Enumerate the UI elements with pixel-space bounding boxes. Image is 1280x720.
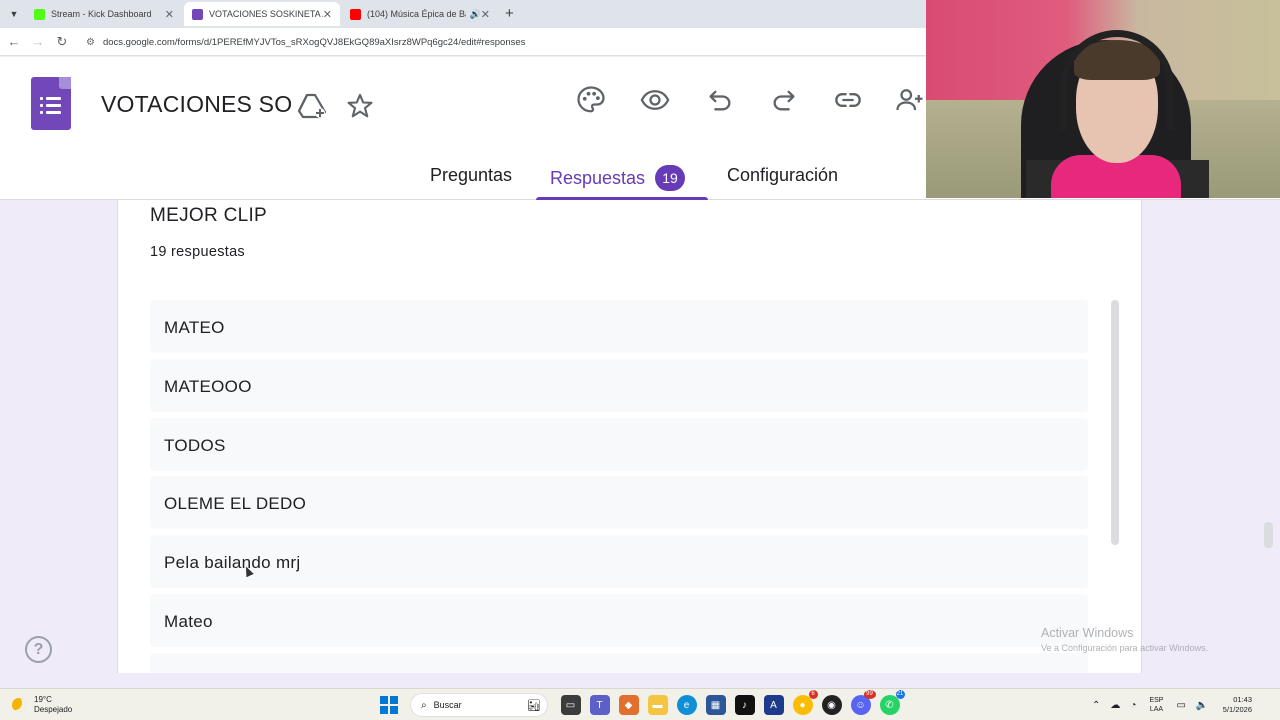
weather-widget[interactable]: 19°C Despejado xyxy=(12,695,72,715)
kick-favicon-icon xyxy=(34,8,45,20)
teams-icon[interactable]: T xyxy=(589,695,610,715)
edge-icon[interactable]: e xyxy=(676,695,697,715)
youtube-favicon-icon xyxy=(350,8,361,20)
tab-title: (104) Música Épica de Batalla xyxy=(367,9,466,19)
wifi-icon[interactable]: ▭ xyxy=(1176,700,1185,711)
search-highlight-icon: 🏜 xyxy=(527,699,541,712)
copilot-icon[interactable]: ◆ xyxy=(618,695,639,715)
search-label: Buscar xyxy=(433,700,462,710)
search-icon: ⌕ xyxy=(421,699,427,711)
answer-item: MATEOOO xyxy=(150,359,1088,412)
taskbar-apps: ⌕ Buscar 🏜 ▭ T ◆ ▬ e ▦ ♪ A ● 6 ◉ ☺ 99 ✆ 21 xyxy=(380,690,905,717)
activate-windows-watermark: Activar Windows Ve a Configuración para … xyxy=(1041,626,1208,653)
whatsapp-badge: 21 xyxy=(895,690,905,699)
response-count: 19 respuestas xyxy=(150,244,245,260)
lang-code: ESP xyxy=(1149,697,1164,704)
tab-settings[interactable]: Configuración xyxy=(727,165,838,186)
taskbar-clock[interactable]: 01:43 5/1/2026 xyxy=(1212,695,1252,715)
discord-icon[interactable]: ☺ 99 xyxy=(850,690,876,715)
forms-logo-icon[interactable] xyxy=(31,77,71,130)
network-icon[interactable]: ◔ xyxy=(1130,700,1136,711)
url-field[interactable]: ⚙ docs.google.com/forms/d/1PEREfMYJVTos_… xyxy=(86,32,916,52)
weather-desc: Despejado xyxy=(34,705,73,714)
tab-title: VOTACIONES SOSKINETA AWARDS xyxy=(209,9,323,19)
star-icon[interactable] xyxy=(344,90,376,122)
redo-icon[interactable] xyxy=(768,84,800,116)
whatsapp-icon[interactable]: ✆ 21 xyxy=(879,690,905,715)
lang-layout: LAA xyxy=(1149,706,1164,713)
webcam-overlay xyxy=(926,0,1280,198)
windows-start-icon[interactable] xyxy=(380,696,398,714)
back-icon[interactable]: ← xyxy=(6,34,22,49)
chrome-icon[interactable]: ● 6 xyxy=(792,690,818,715)
watermark-line1: Activar Windows xyxy=(1041,626,1134,640)
tab-responses-label: Respuestas xyxy=(550,168,646,188)
windows-taskbar: 19°C Despejado ⌕ Buscar 🏜 ▭ T ◆ ▬ e ▦ ♪ … xyxy=(0,688,1280,720)
discord-badge: 99 xyxy=(863,690,876,699)
tab-close-icon[interactable]: ✕ xyxy=(323,8,332,21)
clock-time: 01:43 xyxy=(1233,695,1252,704)
answers-list[interactable]: MATEO MATEOOO TODOS OLEME EL DEDO Pela b… xyxy=(150,300,1088,673)
help-icon[interactable]: ? xyxy=(25,636,52,663)
preview-eye-icon[interactable] xyxy=(639,84,671,116)
audio-icon[interactable]: 🔊 xyxy=(470,9,481,20)
browser-tab-kick[interactable]: Stream - Kick Dashboard ✕ xyxy=(26,2,182,26)
answer-item xyxy=(150,653,1088,673)
browser-tab-forms[interactable]: VOTACIONES SOSKINETA AWARDS ✕ xyxy=(184,2,340,26)
tab-questions[interactable]: Preguntas xyxy=(430,165,512,186)
url-text: docs.google.com/forms/d/1PEREfMYJVTos_sR… xyxy=(102,36,526,48)
tab-close-icon[interactable]: ✕ xyxy=(481,8,490,21)
form-title[interactable]: VOTACIONES SO xyxy=(101,91,292,118)
answer-item: OLEME EL DEDO xyxy=(150,476,1088,529)
undo-icon[interactable] xyxy=(704,84,736,116)
file-explorer-icon[interactable]: ▬ xyxy=(647,695,668,715)
tab-title: Stream - Kick Dashboard xyxy=(51,9,152,19)
chevron-up-icon[interactable]: ⌃ xyxy=(1092,700,1100,711)
task-view-icon[interactable]: ▭ xyxy=(560,695,581,715)
forward-icon[interactable]: → xyxy=(30,34,46,49)
weather-temp: 19°C xyxy=(34,695,52,704)
tab-responses[interactable]: Respuestas 19 xyxy=(550,165,686,191)
language-indicator[interactable]: ESP LAA xyxy=(1149,696,1163,714)
question-summary-card: MEJOR CLIP 19 respuestas MATEO MATEOOO T… xyxy=(117,200,1142,673)
store-icon[interactable]: ▦ xyxy=(705,695,726,715)
answer-item: Pela bailando mrj xyxy=(150,535,1088,588)
moon-icon xyxy=(12,698,26,712)
question-title: MEJOR CLIP xyxy=(150,205,268,226)
page-scrollbar[interactable] xyxy=(1264,522,1273,548)
answer-item: TODOS xyxy=(150,418,1088,471)
palette-icon[interactable] xyxy=(575,84,607,116)
system-tray: ⌃ ☁ ◔ ESP LAA ▭ 🔈 xyxy=(1087,693,1213,717)
move-to-drive-icon[interactable] xyxy=(296,90,328,122)
answer-item: MATEO xyxy=(150,300,1088,353)
clock-date: 5/1/2026 xyxy=(1222,705,1252,714)
reload-icon[interactable]: ↻ xyxy=(54,34,70,50)
photoshop-icon[interactable]: A xyxy=(763,695,784,715)
browser-tab-youtube[interactable]: (104) Música Épica de Batalla 🔊 ✕ xyxy=(342,2,498,26)
chrome-badge: 6 xyxy=(808,690,818,699)
taskbar-search[interactable]: ⌕ Buscar 🏜 xyxy=(410,693,548,717)
site-info-icon[interactable]: ⚙ xyxy=(86,37,95,48)
answer-item: Mateo xyxy=(150,594,1088,647)
watermark-line2: Ve a Configuración para activar Windows. xyxy=(1041,643,1209,653)
new-tab-icon[interactable]: + xyxy=(505,5,514,22)
volume-icon[interactable]: 🔈 xyxy=(1196,700,1208,711)
tab-search-icon[interactable]: ▼ xyxy=(6,6,22,22)
tiktok-icon[interactable]: ♪ xyxy=(734,695,755,715)
onedrive-icon[interactable]: ☁ xyxy=(1110,700,1120,711)
responses-count-badge: 19 xyxy=(655,165,686,191)
obs-icon[interactable]: ◉ xyxy=(821,695,842,715)
tab-close-icon[interactable]: ✕ xyxy=(165,8,174,21)
answers-scrollbar[interactable] xyxy=(1111,300,1119,545)
link-icon[interactable] xyxy=(832,84,864,116)
add-collaborator-icon[interactable] xyxy=(894,84,926,116)
forms-favicon-icon xyxy=(192,8,203,20)
